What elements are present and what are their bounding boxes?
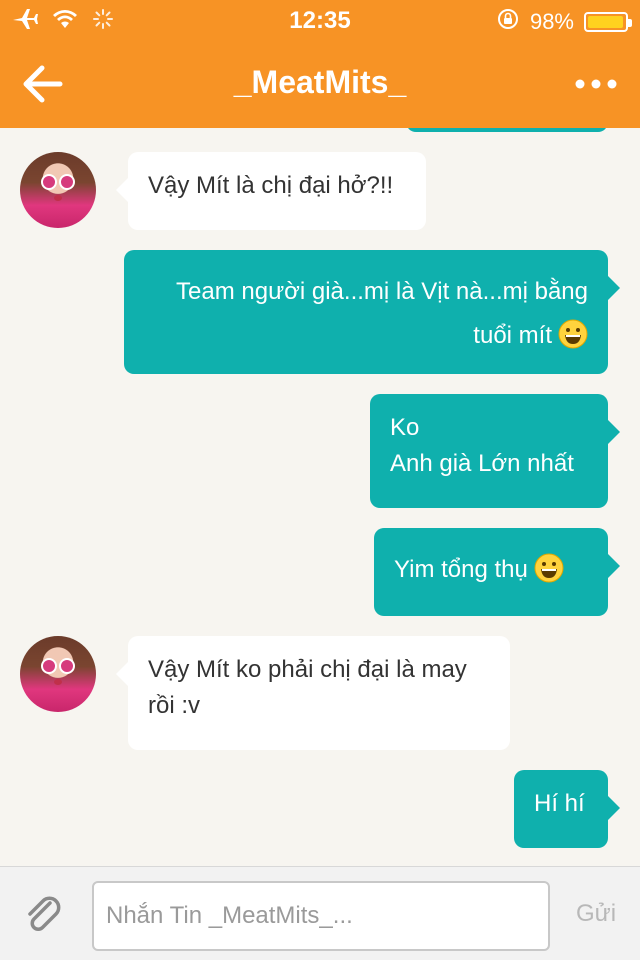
send-button[interactable]: Gửi xyxy=(572,897,620,931)
status-bar: 12:35 98% xyxy=(0,0,640,40)
status-right-group: 98% xyxy=(496,7,632,37)
paperclip-icon xyxy=(28,896,61,931)
avatar-photo xyxy=(41,658,75,685)
message-text: rồi :v xyxy=(148,692,201,719)
message-text: Team người già...mị là Vịt nà...mị bằng xyxy=(176,278,588,305)
navigation-bar: _MeatMits_ xyxy=(0,40,640,128)
conversation-title: _MeatMits_ xyxy=(233,64,407,100)
outgoing-message-bubble[interactable]: Team người già...mị là Vịt nà...mị bằng … xyxy=(124,250,620,374)
incoming-message-bubble[interactable]: Vậy Mít là chị đại hở?!! xyxy=(116,152,426,230)
outgoing-message-bubble[interactable]: Ko Anh già Lớn nhất xyxy=(370,394,620,508)
more-options-button[interactable] xyxy=(574,72,618,96)
app-header: 12:35 98% _MeatMits_ xyxy=(0,0,640,128)
contact-avatar[interactable] xyxy=(20,152,96,228)
message-text: Yim tổng thụ xyxy=(394,556,528,583)
message-text: Vậy Mít ko phải chị đại là may xyxy=(148,656,467,683)
message-text: Anh già Lớn nhất xyxy=(390,450,574,477)
attach-button[interactable] xyxy=(22,893,70,937)
battery-icon xyxy=(584,12,632,32)
outgoing-message-bubble[interactable]: Hí hí xyxy=(514,770,620,848)
outgoing-message-bubble[interactable]: Yim tổng thụ xyxy=(374,528,620,616)
message-text: tuổi mít xyxy=(473,322,552,349)
incoming-message-bubble[interactable]: Vậy Mít ko phải chị đại là may rồi :v xyxy=(116,636,510,750)
avatar-photo xyxy=(41,174,75,201)
grinning-face-emoji-icon xyxy=(534,553,564,583)
message-composer: Gửi xyxy=(0,866,640,960)
battery-nub xyxy=(628,19,632,27)
battery-level-fill xyxy=(588,16,624,28)
more-icon xyxy=(575,79,617,89)
message-text: Hí hí xyxy=(534,790,585,817)
message-list[interactable]: Vậy Mít là chị đại hở?!! Team người già.… xyxy=(0,128,640,866)
message-text: Ko xyxy=(390,414,420,441)
grinning-face-emoji-icon xyxy=(558,319,588,349)
previous-message-bubble xyxy=(406,128,608,132)
rotation-lock-icon xyxy=(496,7,520,37)
contact-avatar[interactable] xyxy=(20,636,96,712)
message-input[interactable] xyxy=(92,881,550,951)
message-text: Vậy Mít là chị đại hở?!! xyxy=(148,172,394,199)
battery-percent: 98% xyxy=(529,9,574,34)
